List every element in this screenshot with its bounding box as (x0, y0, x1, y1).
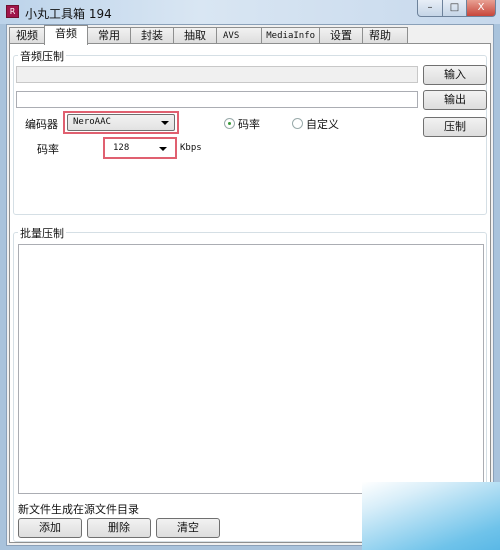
bitrate-unit: Kbps (180, 143, 202, 153)
encoder-label: 编码器 (25, 118, 58, 131)
radio-custom[interactable] (292, 118, 303, 129)
chevron-down-icon (161, 121, 169, 125)
maximize-button[interactable]: □ (442, 0, 467, 17)
batch-file-list[interactable] (18, 244, 484, 494)
chevron-down-icon (159, 147, 167, 151)
bitrate-value: 128 (113, 143, 130, 153)
watermark-overlay (362, 482, 500, 550)
output-location-note: 新文件生成在源文件目录 (18, 503, 139, 516)
bitrate-select[interactable]: 128 (107, 140, 173, 157)
bitrate-label: 码率 (37, 143, 59, 156)
output-button[interactable]: 输出 (423, 90, 487, 110)
encode-button[interactable]: 压制 (423, 117, 487, 137)
tab-settings[interactable]: 设置 (319, 27, 364, 44)
tab-bar: 视频 音频 常用 封装 抽取 AVS MediaInfo 设置 帮助 (9, 25, 409, 45)
clear-button[interactable]: 清空 (156, 518, 220, 538)
tab-mediainfo[interactable]: MediaInfo (261, 27, 321, 44)
audio-panel: 音频压制 输入 输出 编码器 NeroAAC 码率 自定义 压制 码率 128 … (9, 43, 491, 543)
output-file-field[interactable] (16, 91, 418, 108)
tab-help[interactable]: 帮助 (362, 27, 409, 44)
input-button[interactable]: 输入 (423, 65, 487, 85)
encoder-value: NeroAAC (73, 117, 111, 127)
encoder-select[interactable]: NeroAAC (67, 114, 175, 131)
add-button[interactable]: 添加 (18, 518, 82, 538)
title-bar[interactable]: R 小丸工具箱 194 – □ X (0, 0, 500, 24)
radio-bitrate[interactable] (224, 118, 235, 129)
input-file-field[interactable] (16, 66, 418, 83)
tab-video[interactable]: 视频 (9, 27, 45, 44)
close-button[interactable]: X (466, 0, 496, 17)
window-client: 视频 音频 常用 封装 抽取 AVS MediaInfo 设置 帮助 音频压制 … (6, 24, 494, 546)
group-label: 音频压制 (18, 48, 66, 64)
delete-button[interactable]: 删除 (87, 518, 151, 538)
app-icon: R (6, 5, 19, 18)
tab-mux[interactable]: 封装 (130, 27, 174, 44)
minimize-button[interactable]: – (417, 0, 443, 17)
window-title: 小丸工具箱 194 (25, 7, 112, 21)
tab-extract[interactable]: 抽取 (173, 27, 217, 44)
radio-bitrate-label: 码率 (238, 118, 260, 131)
radio-custom-label: 自定义 (306, 118, 339, 131)
tab-avs[interactable]: AVS (216, 27, 263, 44)
tab-common[interactable]: 常用 (87, 27, 131, 44)
tab-audio[interactable]: 音频 (44, 25, 88, 45)
group-label: 批量压制 (18, 225, 66, 241)
